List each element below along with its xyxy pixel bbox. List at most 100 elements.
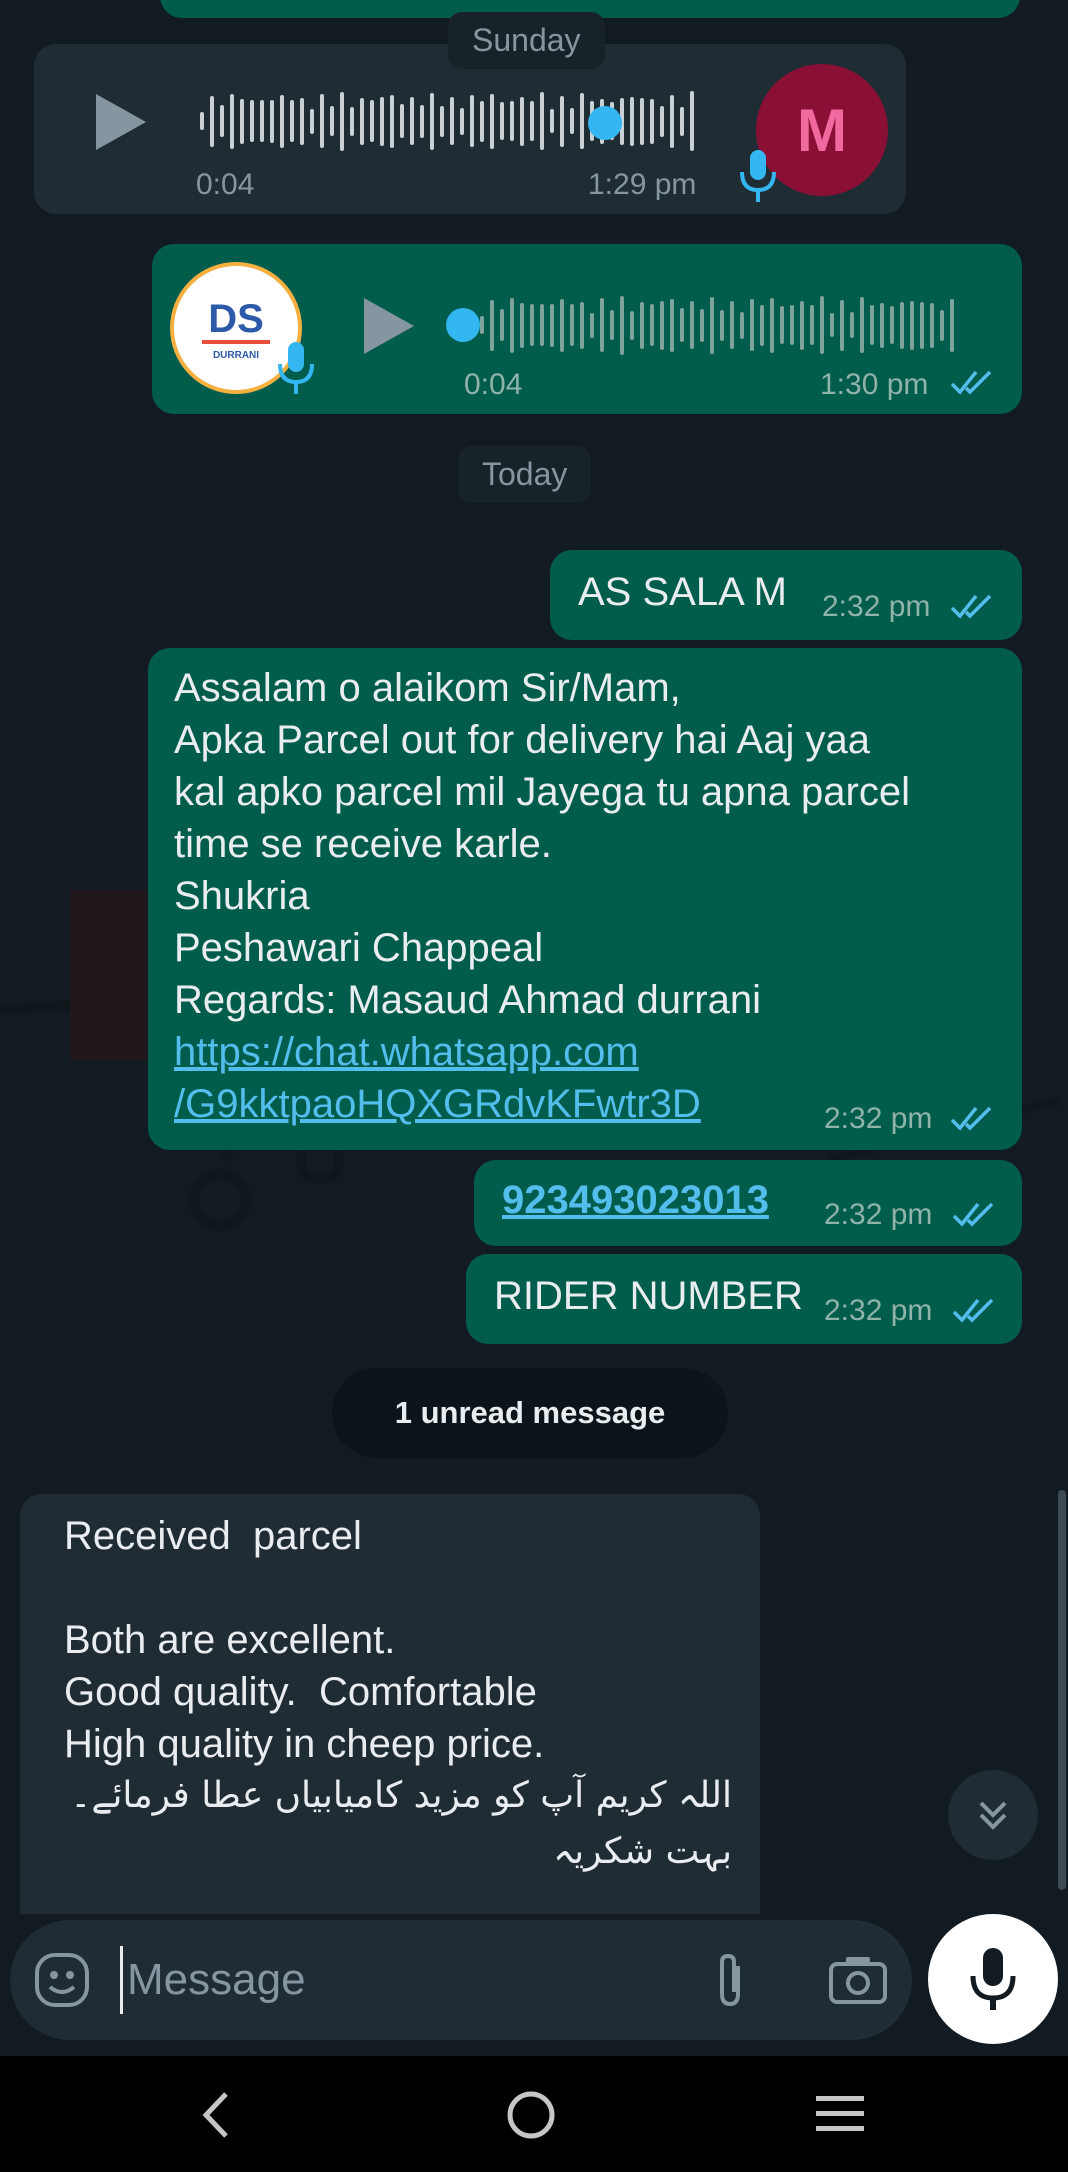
waveform-bar	[940, 309, 944, 341]
waveform-bar	[650, 98, 654, 144]
waveform-bar	[480, 316, 484, 334]
play-icon[interactable]	[96, 94, 146, 150]
message-time: 2:32 pm	[824, 1102, 933, 1135]
waveform-bar	[300, 97, 304, 145]
waveform-bar	[950, 298, 954, 352]
waveform-bar	[210, 95, 214, 147]
waveform-bar	[320, 94, 324, 148]
waveform-bar	[930, 302, 934, 348]
waveform-bar	[520, 302, 524, 348]
outgoing-message[interactable]: RIDER NUMBER 2:32 pm	[466, 1254, 1022, 1344]
message-text: Assalam o alaikom Sir/Mam, Apka Parcel o…	[174, 666, 910, 1022]
waveform-bar	[660, 105, 664, 137]
waveform-bar	[570, 108, 574, 134]
waveform-bar	[340, 91, 344, 151]
camera-icon	[829, 1957, 887, 2004]
voice-waveform[interactable]	[200, 86, 730, 156]
waveform-bar	[870, 305, 874, 345]
waveform-bar	[350, 106, 354, 136]
waveform-bar	[550, 109, 554, 133]
waveform-bar	[430, 92, 434, 150]
camera-button[interactable]	[826, 1950, 890, 2010]
waveform-bar	[800, 300, 804, 350]
waveform-bar	[440, 105, 444, 137]
waveform-bar	[530, 304, 534, 346]
waveform-bar	[250, 100, 254, 142]
waveform-bar	[500, 309, 504, 341]
waveform-bar	[360, 97, 364, 145]
message-composer[interactable]	[10, 1920, 912, 2040]
double-check-icon	[952, 1202, 994, 1227]
group-invite-link[interactable]: https://chat.whatsapp.com	[174, 1026, 639, 1078]
date-divider-today: Today	[458, 446, 592, 503]
waveform-bar	[390, 94, 394, 148]
waveform-bar	[420, 104, 424, 138]
waveform-bar	[690, 91, 694, 151]
waveform-bar	[790, 305, 794, 345]
waveform-bar	[680, 308, 684, 342]
chat-area[interactable]: 0:04 1:29 pm M Sunday DS DURRANI 0:04 1:…	[0, 0, 1068, 2056]
mic-icon	[740, 150, 776, 202]
waveform-bar	[820, 296, 824, 354]
waveform-bar	[610, 310, 614, 340]
waveform-bar	[460, 107, 464, 135]
outgoing-message[interactable]: 923493023013 2:32 pm	[474, 1160, 1022, 1246]
play-icon[interactable]	[364, 298, 414, 354]
waveform-bar	[470, 95, 474, 147]
playback-knob[interactable]	[588, 106, 622, 140]
svg-text:DS: DS	[208, 297, 264, 341]
double-check-icon	[952, 1298, 994, 1323]
emoji-button[interactable]	[32, 1950, 92, 2010]
voice-waveform[interactable]	[480, 290, 980, 360]
waveform-bar	[230, 93, 234, 149]
playback-knob[interactable]	[446, 308, 480, 342]
scroll-down-icon	[979, 1801, 1007, 1830]
home-nav-icon[interactable]	[506, 2090, 556, 2140]
waveform-bar	[660, 300, 664, 350]
waveform-bar	[670, 298, 674, 352]
scroll-to-bottom-button[interactable]	[948, 1770, 1038, 1860]
waveform-bar	[650, 304, 654, 346]
waveform-bar	[530, 101, 534, 141]
message-time: 1:29 pm	[588, 168, 697, 201]
waveform-bar	[690, 301, 694, 349]
outgoing-voice-message[interactable]: DS DURRANI 0:04 1:30 pm	[152, 244, 1022, 414]
double-check-icon	[950, 1106, 992, 1131]
waveform-bar	[270, 99, 274, 143]
waveform-bar	[910, 300, 914, 350]
attach-button[interactable]	[700, 1950, 760, 2010]
waveform-bar	[370, 100, 374, 142]
message-input[interactable]	[120, 1946, 680, 2014]
back-nav-icon[interactable]	[198, 2090, 234, 2140]
waveform-bar	[410, 97, 414, 145]
voice-duration: 0:04	[196, 168, 255, 201]
waveform-bar	[730, 301, 734, 349]
phone-number-link[interactable]: 923493023013	[502, 1174, 769, 1226]
waveform-bar	[600, 298, 604, 352]
incoming-voice-message[interactable]: 0:04 1:29 pm M	[34, 44, 906, 214]
waveform-bar	[310, 108, 314, 134]
waveform-bar	[520, 96, 524, 146]
waveform-bar	[590, 312, 594, 338]
waveform-bar	[670, 94, 674, 148]
scrollbar[interactable]	[1058, 1490, 1066, 1890]
waveform-bar	[720, 309, 724, 341]
voice-record-button[interactable]	[928, 1914, 1058, 2044]
date-divider-sunday: Sunday	[448, 12, 605, 69]
waveform-bar	[810, 305, 814, 345]
waveform-bar	[630, 96, 634, 146]
system-navigation-bar	[0, 2056, 1068, 2172]
waveform-bar	[540, 92, 544, 150]
outgoing-message[interactable]: Assalam o alaikom Sir/Mam, Apka Parcel o…	[148, 648, 1022, 1150]
group-invite-link-cont[interactable]: /G9kktpaoHQXGRdvKFwtr3D	[174, 1078, 701, 1130]
waveform-bar	[710, 296, 714, 354]
waveform-bar	[760, 304, 764, 346]
waveform-bar	[570, 304, 574, 346]
outgoing-message[interactable]: AS SALA M 2:32 pm	[550, 550, 1022, 640]
waveform-bar	[560, 95, 564, 147]
waveform-bar	[880, 302, 884, 348]
recents-nav-icon[interactable]	[814, 2092, 866, 2136]
waveform-bar	[780, 306, 784, 344]
incoming-message[interactable]: Received parcel Both are excellent. Good…	[20, 1494, 760, 1914]
waveform-bar	[510, 297, 514, 353]
